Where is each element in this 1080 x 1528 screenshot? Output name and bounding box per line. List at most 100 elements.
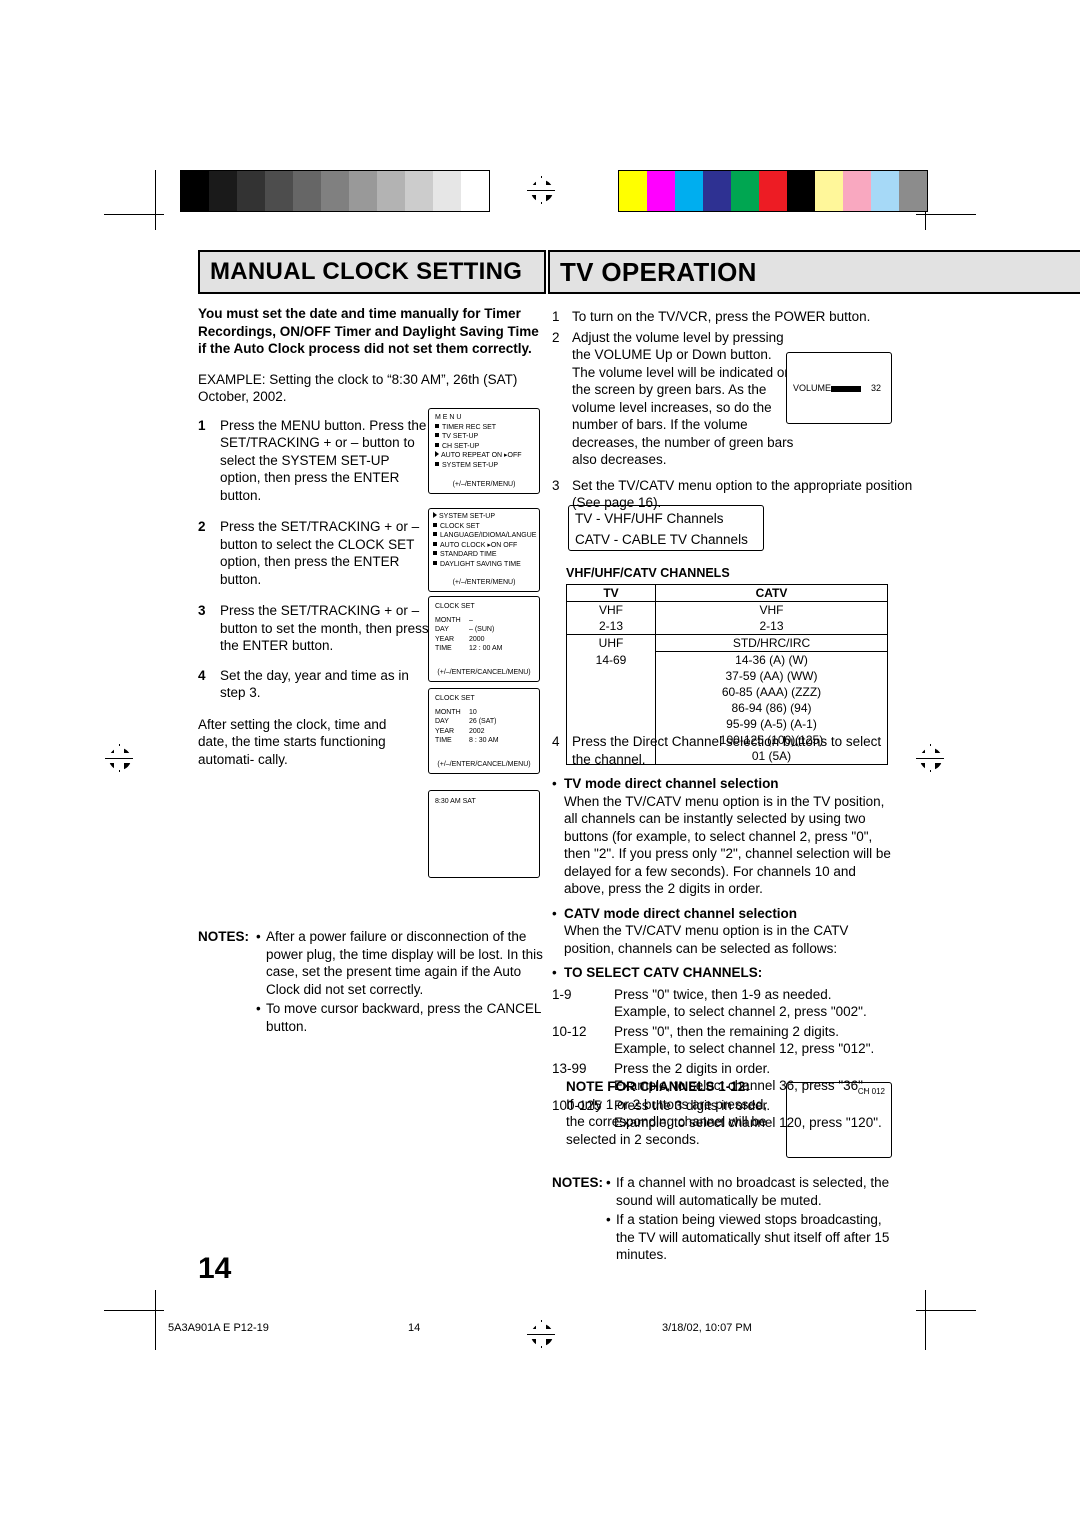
select-line: Example, to select channel 12, press "01… xyxy=(614,1041,875,1056)
notes-block: NOTES: If a channel with no broadcast is… xyxy=(552,1174,902,1264)
osd-clock-set-filled: CLOCK SET MONTH 10 DAY 26 (SAT) YEAR 2002 T… xyxy=(428,688,540,774)
calibration-swatch xyxy=(759,171,787,211)
osd-system-item: AUTO CLOCK ▸ON OFF xyxy=(433,541,539,551)
volume-level-bar xyxy=(831,386,861,392)
tv-mode-text: When the TV/CATV menu option is in the T… xyxy=(564,793,891,897)
osd-menu-footer: (+/–/ENTER/MENU) xyxy=(452,480,516,488)
table-row: 60-85 (AAA) (ZZZ) xyxy=(566,684,888,700)
bullet-square-icon xyxy=(435,461,439,466)
calibration-swatch xyxy=(349,171,377,211)
catv-mode-text: When the TV/CATV menu option is in the C… xyxy=(564,923,849,956)
triangle-right-icon xyxy=(435,451,439,457)
calibration-swatch xyxy=(703,171,731,211)
note-item: After a power failure or disconnection o… xyxy=(256,928,548,998)
grayscale-calibration-bar xyxy=(180,170,490,212)
crop-mark xyxy=(155,1290,156,1350)
tv-step-2: 2 Adjust the volume level by pressing th… xyxy=(552,329,794,469)
osd-clock-footer: (+/–/ENTER/CANCEL/MENU) xyxy=(437,760,531,768)
step-3: 3 Press the SET/TRACKING + or – button t… xyxy=(198,602,448,655)
osd-channel-text: CH 012 xyxy=(857,1087,885,1096)
catv-mode-title: CATV mode direct channel selection xyxy=(564,905,798,921)
calibration-swatch xyxy=(871,171,899,211)
osd-volume-display: VOLUME 32 xyxy=(786,352,892,424)
step-number: 4 xyxy=(552,734,560,749)
after-setting-paragraph: After setting the clock, time and date, … xyxy=(198,716,387,767)
intro-paragraph: You must set the date and time manually … xyxy=(198,306,539,356)
step-number: 1 xyxy=(552,309,560,324)
notes-label: NOTES: xyxy=(198,929,250,944)
osd-clock-row: TIME 8 : 30 AM xyxy=(435,737,499,744)
note-item: If a channel with no broadcast is select… xyxy=(606,1174,902,1209)
osd-system-item: DAYLIGHT SAVING TIME xyxy=(433,560,539,570)
calibration-swatch xyxy=(181,171,209,211)
note-channels-title: NOTE FOR CHANNELS 1-12: xyxy=(566,1079,750,1094)
bullet-square-icon xyxy=(433,551,437,555)
crop-mark xyxy=(925,1290,926,1350)
calibration-swatch xyxy=(619,171,647,211)
select-line: Press "0" twice, then 1-9 as needed. xyxy=(614,986,832,1002)
osd-system-item: CLOCK SET xyxy=(433,522,539,532)
channel-range: 13-99 xyxy=(552,1060,587,1076)
select-catv-bullet: TO SELECT CATV CHANNELS: xyxy=(552,964,896,982)
step-1: 1 Press the MENU button. Press the SET/T… xyxy=(198,417,432,505)
table-row: UHF STD/HRC/IRC xyxy=(566,634,888,652)
crop-mark xyxy=(155,170,156,230)
osd-clock-title: CLOCK SET xyxy=(435,695,475,702)
select-catv-title: TO SELECT CATV CHANNELS: xyxy=(564,965,763,980)
osd-clock-row: YEAR 2002 xyxy=(435,727,485,735)
step-number: 2 xyxy=(198,519,206,534)
step-text: Press the Direct Channel selection butto… xyxy=(572,734,882,767)
osd-menu-item: SYSTEM SET-UP xyxy=(435,461,539,471)
calibration-swatch xyxy=(237,171,265,211)
select-line: Press the 2 digits in order. xyxy=(614,1060,771,1076)
osd-clock-footer: (+/–/ENTER/CANCEL/MENU) xyxy=(437,668,531,676)
osd-clock-row: DAY – (SUN) xyxy=(435,626,495,633)
calibration-swatch xyxy=(899,171,927,211)
osd-channel-display: CH 012 xyxy=(786,1082,892,1158)
registration-mark xyxy=(916,744,944,772)
note-item: To move cursor backward, press the CANCE… xyxy=(256,1000,548,1035)
calibration-swatch xyxy=(461,171,489,211)
section-header-tv-operation: TV OPERATION xyxy=(548,250,1080,294)
step-text: Press the SET/TRACKING + or – button to … xyxy=(220,603,429,653)
table-row: VHF VHF xyxy=(566,601,888,618)
osd-time-display: 8:30 AM SAT xyxy=(428,790,540,878)
right-column: 1 To turn on the TV/VCR, press the POWER… xyxy=(552,305,952,512)
bullet-square-icon xyxy=(435,442,439,447)
calibration-swatch xyxy=(731,171,759,211)
step-2: 2 Press the SET/TRACKING + or – button t… xyxy=(198,518,432,588)
header-left-text: MANUAL CLOCK SETTING xyxy=(210,258,523,285)
select-row: 1-9 Press "0" twice, then 1-9 as needed.… xyxy=(552,986,896,1021)
step-text: Set the day, year and time as in step 3. xyxy=(220,667,409,701)
osd-menu-item: TV SET-UP xyxy=(435,432,539,442)
step-text: Press the SET/TRACKING + or – button to … xyxy=(220,519,420,587)
channel-range: 1-9 xyxy=(552,986,572,1002)
note-item: If a station being viewed stops broadcas… xyxy=(606,1211,902,1264)
table-row: 2-13 2-13 xyxy=(566,618,888,635)
note-channels-text: If only 1 or 2 buttons are pressed, the … xyxy=(566,1096,768,1147)
registration-mark xyxy=(527,176,555,204)
tv-mode-bullet: TV mode direct channel selection xyxy=(552,775,896,793)
osd-clock-row: TIME 12 : 00 AM xyxy=(435,645,503,652)
channel-range: 10-12 xyxy=(552,1023,587,1039)
manual-page: MANUAL CLOCK SETTING TV OPERATION You mu… xyxy=(0,0,1080,1528)
table-header-tv: TV xyxy=(566,584,656,602)
step-number: 1 xyxy=(198,417,206,433)
tv-mode-title: TV mode direct channel selection xyxy=(564,776,779,791)
bullet-square-icon xyxy=(433,532,437,536)
volume-label: VOLUME xyxy=(793,383,832,393)
step-number: 2 xyxy=(552,329,560,345)
notes-body: After a power failure or disconnection o… xyxy=(198,928,548,1035)
osd-system-setup-screen: SYSTEM SET-UP CLOCK SET LANGUAGE/IDIOMA/… xyxy=(428,508,540,592)
tv-step-4: 4 Press the Direct Channel selection but… xyxy=(552,733,896,768)
calibration-swatch xyxy=(787,171,815,211)
volume-value: 32 xyxy=(871,383,882,393)
osd-menu-item: TIMER REC SET xyxy=(435,423,539,433)
osd-clock-set-blank: CLOCK SET MONTH – DAY – (SUN) YEAR 2000 TIM… xyxy=(428,596,540,682)
osd-clock-row: MONTH – xyxy=(435,616,473,624)
footer-right: 3/18/02, 10:07 PM xyxy=(662,1322,752,1334)
osd-menu-screen: M E N U TIMER REC SET TV SET-UP CH SET-U… xyxy=(428,408,540,494)
bullet-square-icon xyxy=(435,433,439,437)
calibration-swatch xyxy=(675,171,703,211)
select-line: Press "0", then the remaining 2 digits. xyxy=(614,1023,839,1039)
